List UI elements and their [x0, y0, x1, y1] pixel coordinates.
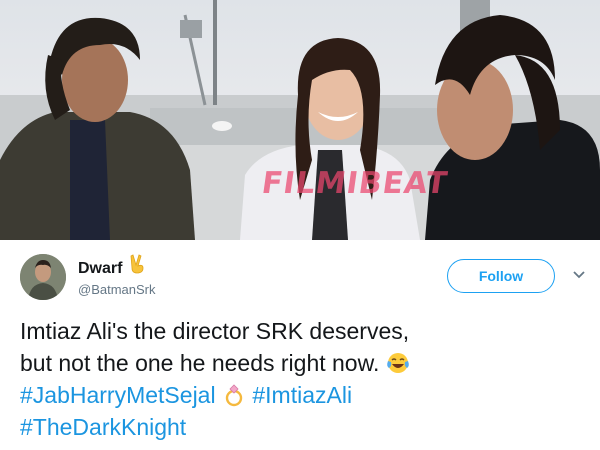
- follow-button[interactable]: Follow: [447, 259, 555, 293]
- tweet-line-2-text: but not the one he needs right now.: [20, 350, 380, 376]
- hashtag-imtiazali[interactable]: #ImtiazAli: [252, 382, 352, 408]
- author-handle[interactable]: @BatmanSrk: [78, 282, 156, 297]
- author-name[interactable]: Dwarf: [78, 260, 122, 278]
- face-with-tears-of-joy-icon: [386, 353, 409, 373]
- tweet-line-2: but not the one he needs right now.: [20, 347, 580, 379]
- tweet-line-1: Imtiaz Ali's the director SRK deserves,: [20, 318, 410, 344]
- ring-icon: [225, 384, 243, 407]
- tweet-line-4: #TheDarkKnight: [20, 411, 580, 443]
- hashtag-jabharrymetsejal[interactable]: #JabHarryMetSejal: [20, 382, 216, 408]
- tweet-line-3: #JabHarryMetSejal #ImtiazAli: [20, 379, 580, 411]
- tweet-text: Imtiaz Ali's the director SRK deserves, …: [20, 315, 580, 443]
- tweet-card: Dwarf @BatmanSrk Follow Imtiaz Ali's the…: [0, 240, 600, 450]
- photo-scene: [0, 0, 600, 240]
- chevron-down-icon[interactable]: [572, 270, 586, 280]
- victory-hand-icon: [130, 254, 144, 274]
- hashtag-thedarkknight[interactable]: #TheDarkKnight: [20, 414, 186, 440]
- watermark: FILMIBEAT: [259, 166, 450, 201]
- avatar[interactable]: [20, 254, 66, 300]
- tweet-photo[interactable]: FILMIBEAT: [0, 0, 600, 240]
